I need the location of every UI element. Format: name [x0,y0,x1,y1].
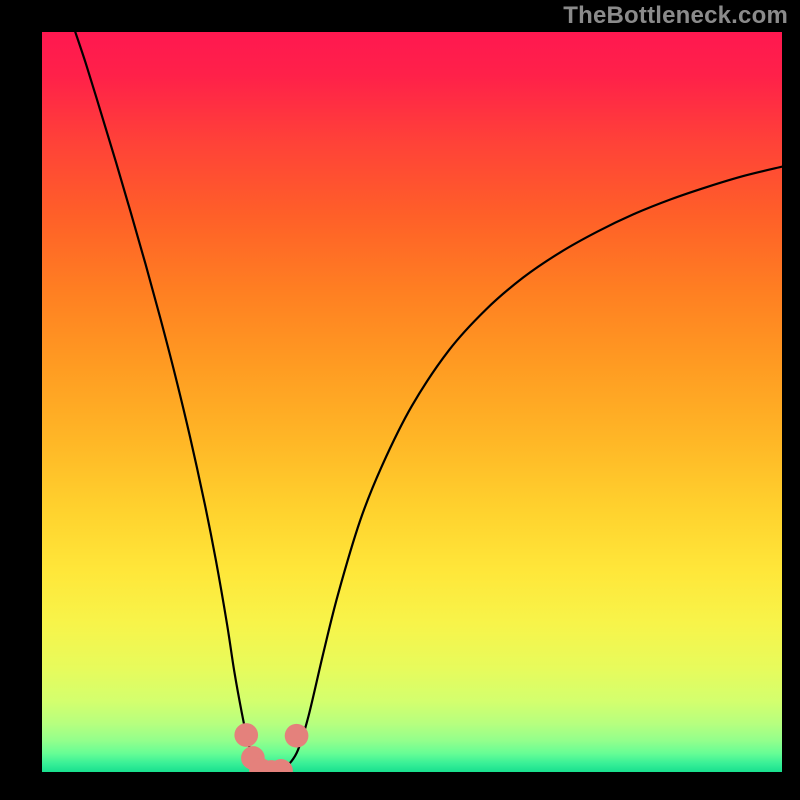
watermark-text: TheBottleneck.com [563,2,788,30]
marker-left-upper [234,723,258,747]
gradient-background [42,32,782,772]
chart-frame: TheBottleneck.com [0,0,800,800]
plot-area [42,32,782,772]
marker-right-upper [285,724,309,748]
chart-svg [42,32,782,772]
